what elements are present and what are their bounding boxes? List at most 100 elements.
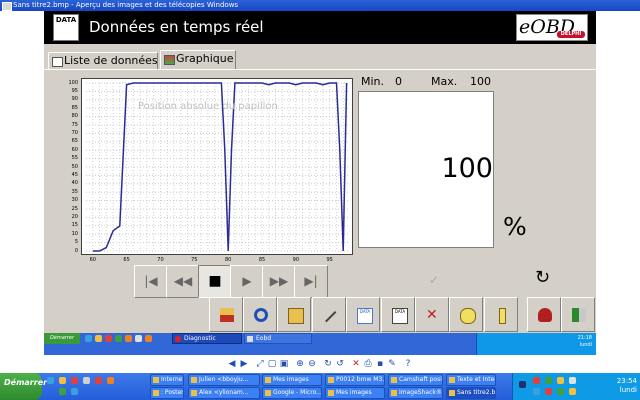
tab-graph[interactable]: Graphique bbox=[160, 50, 236, 69]
taskbar-window[interactable]: Sans titre2.b... bbox=[446, 387, 496, 399]
x-tick-label: 60 bbox=[89, 257, 96, 263]
help-button[interactable] bbox=[449, 297, 483, 332]
taskbar-window[interactable]: Alex <ylionam... bbox=[188, 387, 260, 399]
taskbar-window[interactable]: Mes images bbox=[262, 374, 322, 386]
messenger-icon[interactable] bbox=[115, 335, 122, 342]
zoom-out-icon[interactable]: ⊖ bbox=[307, 359, 317, 369]
folder-icon[interactable] bbox=[95, 335, 102, 342]
inner-system-tray: 21:18 lundi bbox=[476, 333, 596, 355]
inner-clock-time: 21:18 bbox=[577, 335, 592, 341]
app-icon[interactable] bbox=[95, 377, 102, 384]
viewer-title-bar[interactable]: Sans titre2.bmp - Aperçu des images et d… bbox=[0, 0, 640, 11]
language-icon[interactable] bbox=[519, 381, 526, 388]
window-icon bbox=[191, 377, 197, 383]
tray-icon[interactable] bbox=[545, 388, 552, 395]
rotate-clockwise-icon[interactable]: ↻ bbox=[323, 359, 333, 369]
vehicle-button[interactable] bbox=[209, 297, 243, 332]
actual-size-icon[interactable]: ▢ bbox=[267, 359, 277, 369]
start-button[interactable]: Démarrer bbox=[0, 373, 47, 400]
messenger-icon[interactable] bbox=[59, 388, 66, 395]
rewind-icon: ◀◀ bbox=[173, 274, 193, 288]
folder-icon[interactable] bbox=[59, 377, 66, 384]
inner-clock: 21:18 lundi bbox=[578, 335, 592, 349]
tray-icon[interactable] bbox=[533, 377, 540, 384]
media-icon[interactable] bbox=[71, 377, 78, 384]
tray-icon[interactable] bbox=[557, 377, 564, 384]
taskbar-window-label: : Poster un no... bbox=[161, 389, 184, 396]
y-tick-label: 80 bbox=[71, 113, 78, 120]
tray-icon[interactable] bbox=[533, 388, 540, 395]
browser-icon[interactable] bbox=[85, 335, 92, 342]
print-icon[interactable]: ⎙ bbox=[363, 359, 373, 369]
inner-task-eobd[interactable]: Eobd bbox=[244, 333, 312, 344]
check-icon[interactable]: ✓ bbox=[429, 273, 441, 287]
eobd-icon bbox=[247, 336, 253, 342]
settings-button[interactable] bbox=[243, 297, 277, 332]
diagnostic-icon bbox=[175, 336, 181, 342]
tray-icon[interactable] bbox=[545, 377, 552, 384]
taskbar-window[interactable]: Texte et Inter... bbox=[446, 374, 496, 386]
best-fit-icon[interactable]: ⤢ bbox=[255, 359, 265, 369]
open-button[interactable] bbox=[277, 297, 311, 332]
car-icon bbox=[220, 308, 234, 322]
play-icon: ▶ bbox=[242, 274, 252, 288]
help-icon[interactable]: ? bbox=[403, 359, 413, 369]
taskbar-window[interactable]: Julien <bboyju... bbox=[188, 374, 260, 386]
skip-back-button[interactable]: |◀ bbox=[134, 265, 168, 298]
app-icon[interactable] bbox=[71, 388, 78, 395]
y-tick-label: 45 bbox=[71, 171, 78, 178]
save-icon[interactable]: ▪ bbox=[375, 359, 385, 369]
delete-icon[interactable]: ✕ bbox=[351, 359, 361, 369]
stop-button[interactable]: ■ bbox=[198, 265, 232, 298]
close-button[interactable]: ✕ bbox=[415, 297, 449, 332]
bug-button[interactable] bbox=[527, 297, 561, 332]
zoom-in-icon[interactable]: ⊕ bbox=[295, 359, 305, 369]
edit-icon[interactable]: ✎ bbox=[387, 359, 397, 369]
fast-forward-button[interactable]: ▶▶ bbox=[262, 265, 296, 298]
taskbar-window[interactable]: Camshaft posit... bbox=[388, 374, 443, 386]
taskbar-window[interactable]: Mes images bbox=[325, 387, 385, 399]
play-button[interactable]: ▶ bbox=[230, 265, 264, 298]
taskbar-window[interactable]: ImageShack® ... bbox=[388, 387, 443, 399]
exit-icon bbox=[572, 308, 586, 322]
inner-start-button[interactable]: Démarrer bbox=[44, 333, 80, 344]
app-icon[interactable] bbox=[107, 377, 114, 384]
app-icon[interactable] bbox=[83, 377, 90, 384]
rotate-counterclockwise-icon[interactable]: ↺ bbox=[335, 359, 345, 369]
x-tick-label: 90 bbox=[292, 257, 300, 263]
tray-icon[interactable] bbox=[569, 377, 576, 384]
taskbar-window[interactable]: Google - Micro... bbox=[262, 387, 322, 399]
browser-icon[interactable] bbox=[47, 377, 54, 384]
taskbar-window[interactable]: P0012 bmw M3... bbox=[325, 374, 385, 386]
skip-forward-button[interactable]: ▶| bbox=[294, 265, 328, 298]
media-icon[interactable] bbox=[105, 335, 112, 342]
tray-icon[interactable] bbox=[557, 388, 564, 395]
window-icon bbox=[328, 377, 334, 383]
app-window: DATA Données en temps réel eOBD DELPHI L… bbox=[44, 11, 596, 334]
chart-title: Position absolue du papillon bbox=[138, 101, 278, 112]
app-icon[interactable] bbox=[125, 335, 132, 342]
start-button-label: Démarrer bbox=[4, 378, 48, 387]
marker-button[interactable] bbox=[484, 297, 518, 332]
line-chart: Position absolue du papillon 100 95 90 85 80… bbox=[68, 78, 353, 263]
inner-task-diagnostic[interactable]: Diagnostic bbox=[172, 333, 242, 344]
x-tick-label: 85 bbox=[258, 257, 266, 263]
edit-button[interactable] bbox=[312, 297, 346, 332]
current-value: 100 bbox=[441, 153, 493, 184]
next-image-icon[interactable]: ▶ bbox=[239, 359, 249, 369]
data-print-button[interactable]: DATA bbox=[381, 297, 415, 332]
taskbar-window[interactable]: Internet Every... bbox=[150, 374, 184, 386]
previous-image-icon[interactable]: ◀ bbox=[227, 359, 237, 369]
rewind-button[interactable]: ◀◀ bbox=[166, 265, 200, 298]
stop-icon: ■ bbox=[208, 273, 222, 289]
slideshow-icon[interactable]: ▣ bbox=[279, 359, 289, 369]
app-icon[interactable] bbox=[145, 335, 152, 342]
tab-data-list[interactable]: Liste de données bbox=[48, 52, 158, 69]
app-icon[interactable] bbox=[135, 335, 142, 342]
data-button[interactable]: DATA bbox=[346, 297, 380, 332]
taskbar-window[interactable]: : Poster un no... bbox=[150, 387, 184, 399]
refresh-icon[interactable]: ↻ bbox=[535, 269, 551, 287]
exit-button[interactable] bbox=[561, 297, 595, 332]
tray-icon[interactable] bbox=[569, 388, 576, 395]
window-icon bbox=[265, 390, 271, 396]
